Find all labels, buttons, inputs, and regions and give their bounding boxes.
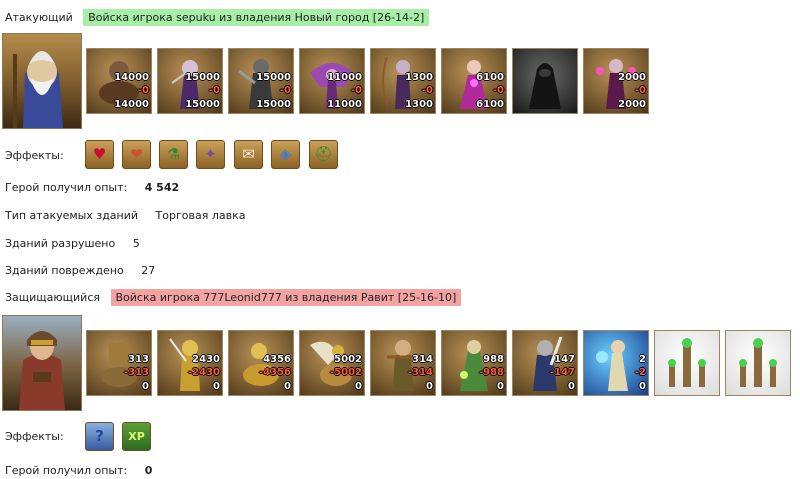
building-type-label: Тип атакуемых зданий xyxy=(5,209,139,222)
attacker-effects-label: Эффекты: xyxy=(5,149,64,162)
destroyed-label: Зданий разрушено xyxy=(5,237,116,250)
unit-slot[interactable]: 2000 -0 2000 xyxy=(583,48,649,114)
unit-slot[interactable]: 1300 -0 1300 xyxy=(370,48,436,114)
defender-hero-portrait[interactable] xyxy=(2,315,82,411)
attacker-army-title: Войска игрока sepuku из владения Новый г… xyxy=(83,9,430,26)
xp-icon[interactable]: XP xyxy=(122,422,151,451)
unit-slot[interactable]: 15000 -0 15000 xyxy=(228,48,294,114)
unit-slot[interactable]: 6100 -0 6100 xyxy=(441,48,507,114)
unit-slot[interactable]: 14000 -0 14000 xyxy=(86,48,152,114)
unit-slot[interactable] xyxy=(654,330,720,396)
defender-header: Защищающийся Войска игрока 777Leonid777 … xyxy=(5,289,462,306)
unit-slot[interactable]: 15000 -0 15000 xyxy=(157,48,223,114)
defender-label: Защищающийся xyxy=(5,291,100,304)
damaged-label: Зданий повреждено xyxy=(5,264,124,277)
unit-slot[interactable]: 5002 -5002 0 xyxy=(299,330,365,396)
exp-label: Герой получил опыт: xyxy=(5,464,128,477)
exp-value: 4 542 xyxy=(144,181,180,194)
heart-hand-icon[interactable]: ❤ xyxy=(122,140,151,169)
green-tower-icon xyxy=(739,338,777,387)
buildings-damaged: Зданий повреждено 27 xyxy=(5,264,155,277)
unit-slot[interactable]: 4356 -4356 0 xyxy=(228,330,294,396)
building-type-value: Торговая лавка xyxy=(155,209,246,222)
attacker-hero-portrait[interactable] xyxy=(2,33,82,129)
wizard-hero-icon xyxy=(13,51,63,128)
magic-rune-icon[interactable]: ✦ xyxy=(196,140,225,169)
shadow-assassin-icon xyxy=(529,63,561,109)
unit-slot[interactable]: 2 -2 0 xyxy=(583,330,649,396)
unit-slot[interactable]: 147 -147 0 xyxy=(512,330,578,396)
green-tower-icon xyxy=(668,338,706,387)
buildings-destroyed: Зданий разрушено 5 xyxy=(5,237,140,250)
crystal-orb-icon[interactable]: ◈ xyxy=(271,140,300,169)
building-type: Тип атакуемых зданий Торговая лавка xyxy=(5,209,245,222)
defender-exp: Герой получил опыт: 0 xyxy=(5,464,152,477)
exp-label: Герой получил опыт: xyxy=(5,181,128,194)
attacker-header: Атакующий Войска игрока sepuku из владен… xyxy=(5,9,430,26)
unit-slot[interactable]: 313 -313 0 xyxy=(86,330,152,396)
damaged-value: 27 xyxy=(141,264,156,277)
question-mark-icon[interactable]: ? xyxy=(85,422,114,451)
scroll-icon[interactable]: ✉ xyxy=(234,140,263,169)
defender-effects-label: Эффекты: xyxy=(5,430,64,443)
unit-slot[interactable]: 314 -314 0 xyxy=(370,330,436,396)
destroyed-value: 5 xyxy=(132,237,140,250)
green-potion-icon[interactable]: ⚗ xyxy=(159,140,188,169)
attacker-label: Атакующий xyxy=(5,11,73,24)
archmage-icon xyxy=(596,340,628,391)
heart-icon[interactable]: ♥ xyxy=(85,140,114,169)
knight-helmet-icon[interactable]: ⛑ xyxy=(309,140,338,169)
unit-slot[interactable]: 11000 -0 11000 xyxy=(299,48,365,114)
exp-value: 0 xyxy=(144,464,153,477)
unit-slot[interactable]: 988 -988 0 xyxy=(441,330,507,396)
defender-army-title: Войска игрока 777Leonid777 из владения Р… xyxy=(110,289,462,306)
unit-slot[interactable] xyxy=(512,48,578,114)
attacker-exp: Герой получил опыт: 4 542 xyxy=(5,181,179,194)
unit-slot[interactable] xyxy=(725,330,791,396)
unit-slot[interactable]: 2430 -2430 0 xyxy=(157,330,223,396)
engineer-hero-icon xyxy=(19,331,65,410)
